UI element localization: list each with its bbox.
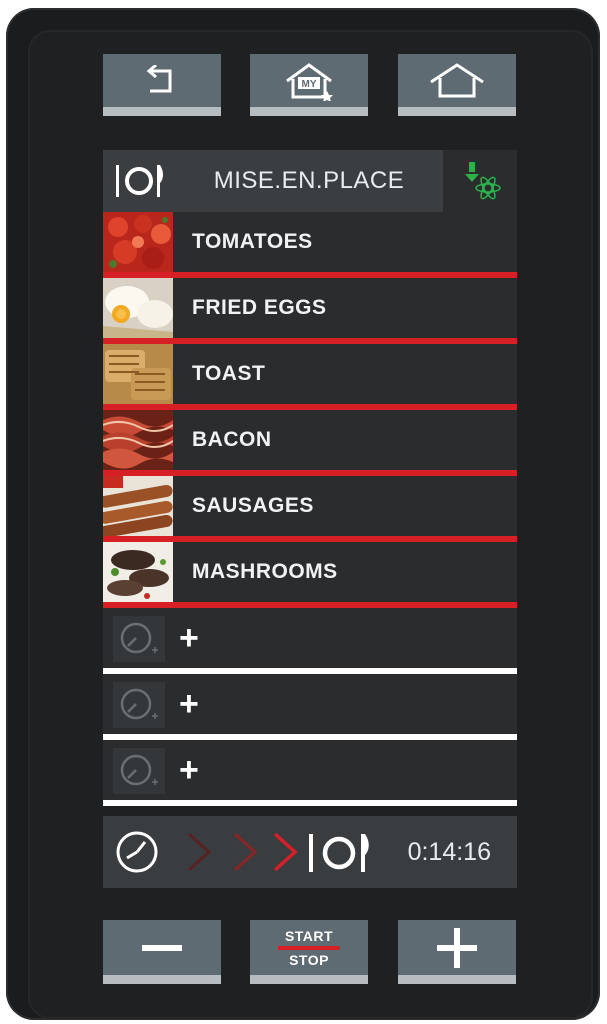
food-label: MASHROOMS	[192, 560, 338, 583]
toast-thumbnail	[103, 344, 173, 404]
stop-label: STOP	[289, 951, 329, 968]
list-item[interactable]: BACON	[103, 410, 517, 476]
food-label: SAUSAGES	[192, 494, 314, 517]
add-timer-slot[interactable]	[113, 616, 165, 662]
food-label: FRIED EGGS	[192, 296, 327, 319]
cooking-progress-bar: 0:14:16	[103, 816, 517, 888]
list-item[interactable]: MASHROOMS	[103, 542, 517, 608]
add-step-button[interactable]: +	[179, 680, 199, 728]
list-item[interactable]: SAUSAGES	[103, 476, 517, 542]
my-home-button[interactable]: MY	[250, 54, 368, 116]
empty-slot[interactable]: +	[103, 608, 517, 674]
back-button[interactable]	[103, 54, 221, 116]
sausages-thumbnail	[103, 476, 173, 536]
chevron-step-3-icon	[273, 832, 298, 872]
home-button[interactable]	[398, 54, 516, 116]
add-step-button[interactable]: +	[179, 746, 199, 794]
back-arrow-icon	[146, 64, 172, 92]
food-label: BACON	[192, 428, 272, 451]
clock-icon	[116, 831, 158, 873]
chevron-step-1-icon	[187, 832, 212, 872]
plus-icon	[437, 927, 477, 968]
empty-slot[interactable]: +	[103, 740, 517, 806]
start-stop-button[interactable]: START STOP	[250, 920, 368, 984]
clock-plus-icon	[120, 688, 158, 720]
plus-button[interactable]	[398, 920, 516, 984]
start-stop-divider	[278, 945, 340, 950]
food-label: TOAST	[192, 362, 266, 385]
add-timer-slot[interactable]	[113, 682, 165, 728]
cutlery-plate-icon	[309, 834, 369, 872]
minus-icon	[142, 944, 182, 951]
mushrooms-thumbnail	[103, 542, 173, 602]
food-list: TOMATOES FRIED EGGS TOAST BACON SAUSAGES…	[103, 212, 517, 806]
start-label: START	[284, 927, 334, 944]
fried-eggs-thumbnail	[103, 278, 173, 338]
chevron-step-2-icon	[233, 832, 258, 872]
list-item[interactable]: FRIED EGGS	[103, 278, 517, 344]
green-status-icon[interactable]	[461, 160, 505, 204]
cutlery-plate-icon	[116, 165, 163, 197]
home-icon	[430, 62, 484, 97]
add-step-button[interactable]: +	[179, 614, 199, 662]
list-item[interactable]: TOMATOES	[103, 212, 517, 278]
food-label: TOMATOES	[192, 230, 313, 253]
add-timer-slot[interactable]	[113, 748, 165, 794]
my-home-icon: MY	[286, 62, 333, 101]
clock-plus-icon	[120, 754, 158, 786]
bacon-thumbnail	[103, 410, 173, 470]
list-item[interactable]: TOAST	[103, 344, 517, 410]
remaining-time: 0:14:16	[407, 837, 491, 866]
empty-slot[interactable]: +	[103, 674, 517, 740]
program-header: MISE.EN.PLACE	[103, 150, 517, 212]
tomatoes-thumbnail	[103, 212, 173, 272]
my-badge: MY	[302, 79, 317, 90]
program-title: MISE.EN.PLACE	[175, 150, 443, 212]
clock-plus-icon	[120, 622, 158, 654]
minus-button[interactable]	[103, 920, 221, 984]
header-icon-box	[103, 150, 175, 212]
